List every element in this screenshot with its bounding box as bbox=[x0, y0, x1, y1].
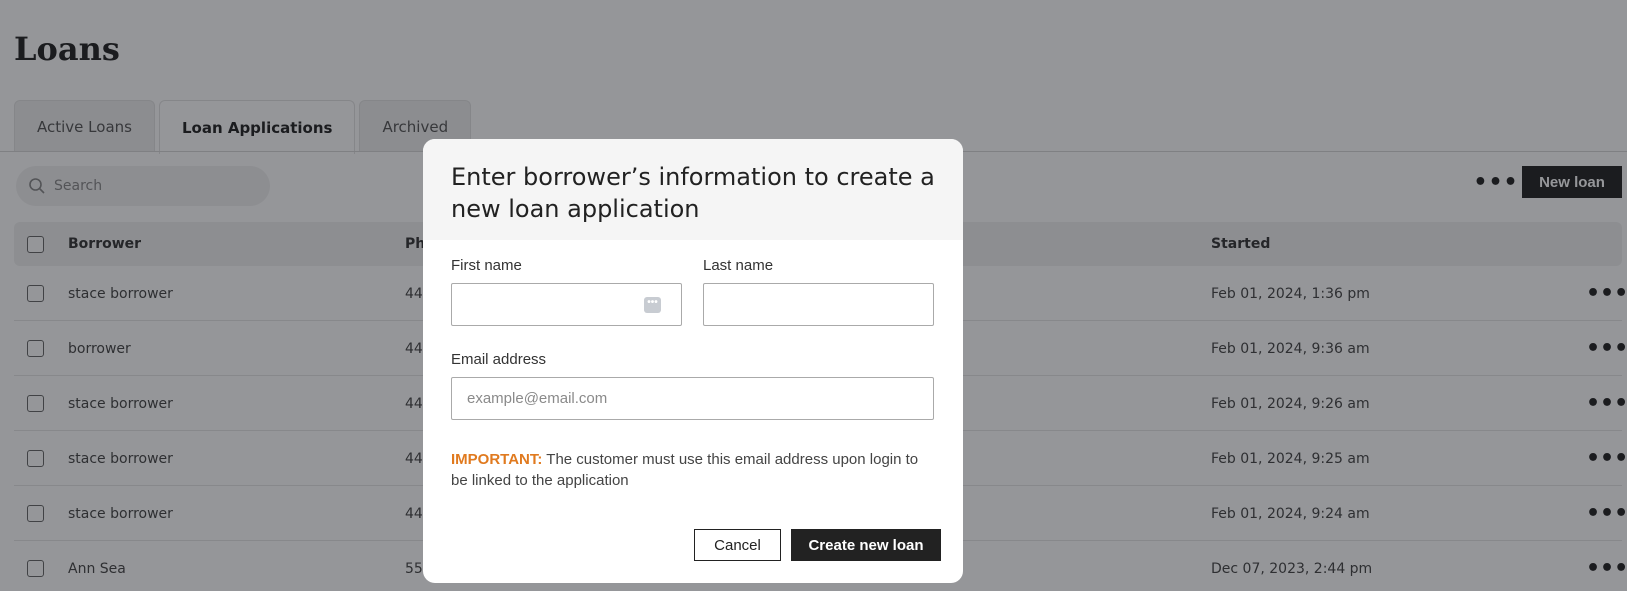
email-label: Email address bbox=[451, 351, 547, 368]
email-placeholder: example@email.com bbox=[467, 390, 608, 407]
last-name-label: Last name bbox=[703, 257, 774, 274]
last-name-field[interactable] bbox=[703, 283, 934, 326]
create-new-loan-button[interactable]: Create new loan bbox=[791, 529, 941, 561]
important-label: IMPORTANT: bbox=[451, 451, 543, 468]
first-name-label: First name bbox=[451, 257, 522, 274]
dialog-title: Enter borrower’s information to create a… bbox=[451, 163, 935, 223]
important-notice: IMPORTANT: The customer must use this em… bbox=[451, 449, 921, 491]
dialog-header: Enter borrower’s information to create a… bbox=[423, 139, 963, 240]
first-name-field[interactable]: ••• bbox=[451, 283, 682, 326]
email-field[interactable]: example@email.com bbox=[451, 377, 934, 420]
new-loan-dialog: Enter borrower’s information to create a… bbox=[423, 139, 963, 583]
cancel-button[interactable]: Cancel bbox=[694, 529, 781, 561]
autofill-icon[interactable]: ••• bbox=[644, 297, 661, 313]
